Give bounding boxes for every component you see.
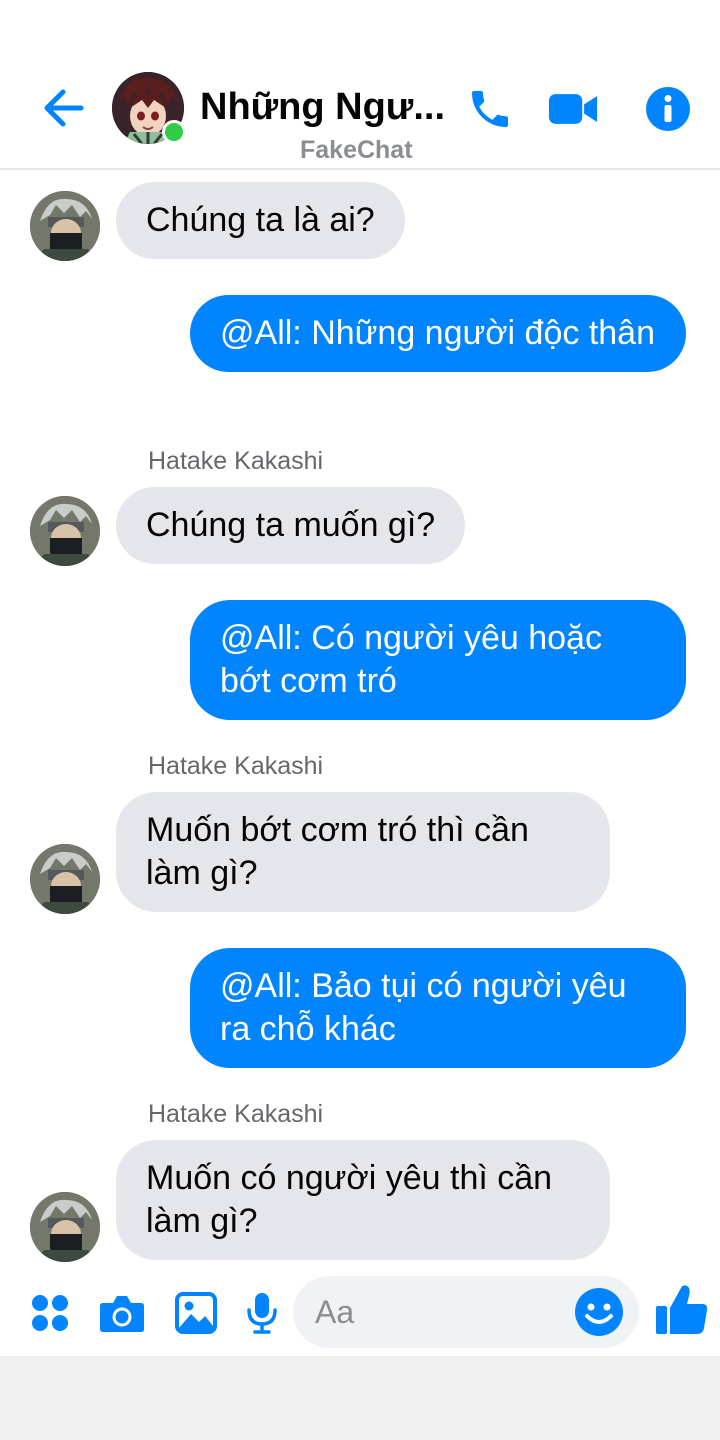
emoji-icon[interactable] [573,1286,625,1338]
voice-button[interactable] [237,1288,287,1338]
message-bubble-incoming[interactable]: Muốn có người yêu thì cần làm gì? [116,1140,610,1260]
message-input-box[interactable] [293,1276,639,1348]
message-bubble-outgoing[interactable]: @All: Có người yêu hoặc bớt cơm tró [190,600,686,720]
video-camera-icon [548,94,598,124]
chat-subtitle: FakeChat [300,136,413,164]
sender-avatar[interactable] [30,844,100,914]
thumbs-up-icon[interactable] [654,1282,710,1338]
avatar-image [30,1192,100,1262]
header-avatar[interactable] [112,72,186,144]
message-bubble-incoming[interactable]: Chúng ta muốn gì? [116,487,466,564]
call-button[interactable] [465,84,515,134]
chat-header: Những Ngư... FakeChat [0,0,720,170]
camera-button[interactable] [97,1288,147,1338]
sender-avatar[interactable] [30,1192,100,1262]
system-navigation-area [0,1356,720,1440]
image-icon [175,1292,217,1334]
online-status-dot [162,120,186,144]
back-arrow-icon [44,89,84,127]
message-composer [0,1272,720,1356]
message-bubble-outgoing[interactable]: @All: Bảo tụi có người yêu ra chỗ khác [190,948,686,1068]
phone-icon [472,91,508,127]
sender-name: Hatake Kakashi [148,752,324,780]
microphone-icon [247,1293,277,1334]
info-button[interactable] [643,84,693,134]
message-bubble-outgoing[interactable]: @All: Những người độc thân [190,295,686,372]
avatar-image [30,191,100,261]
info-icon [646,87,690,131]
apps-button[interactable] [25,1288,75,1338]
gallery-button[interactable] [171,1288,221,1338]
camera-icon [100,1296,144,1332]
message-list[interactable]: Chúng ta là ai? @All: Những người độc th… [0,172,720,1272]
sender-avatar[interactable] [30,191,100,261]
avatar-image [30,496,100,566]
apps-grid-icon [32,1295,68,1331]
sender-name: Hatake Kakashi [148,447,324,475]
video-call-button[interactable] [548,84,598,134]
chat-title[interactable]: Những Ngư... [200,86,450,129]
message-input[interactable] [315,1290,555,1334]
message-bubble-incoming[interactable]: Muốn bớt cơm tró thì cần làm gì? [116,792,610,912]
message-bubble-incoming[interactable]: Chúng ta là ai? [116,182,405,259]
back-button[interactable] [38,86,88,130]
sender-avatar[interactable] [30,496,100,566]
sender-name: Hatake Kakashi [148,1100,324,1128]
avatar-image [30,844,100,914]
